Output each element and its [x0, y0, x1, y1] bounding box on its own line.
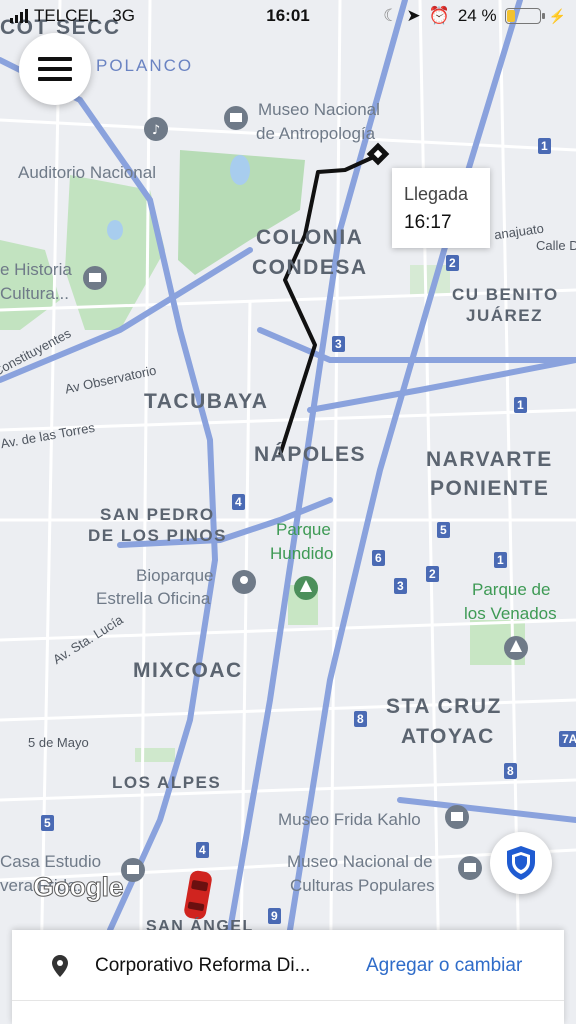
road-number: 8 — [504, 763, 517, 779]
place-label: Estrella Oficina — [96, 589, 211, 608]
safety-button[interactable] — [490, 832, 552, 894]
area-label: CU BENITO — [452, 285, 559, 304]
road-number: 2 — [446, 255, 459, 271]
road-number: 7A — [559, 731, 576, 747]
moon-icon: ☾ — [383, 6, 399, 25]
road-number: 4 — [196, 842, 209, 858]
area-label: JUÁREZ — [466, 306, 544, 325]
street-label: 5 de Mayo — [28, 735, 89, 750]
area-label: ATOYAC — [401, 725, 495, 748]
charging-icon: ⚡ — [548, 7, 566, 24]
area-label: TACUBAYA — [144, 390, 269, 413]
place-label: Culturas Populares — [290, 876, 435, 895]
museum-icon — [458, 856, 482, 880]
road-number: 3 — [394, 578, 407, 594]
menu-icon — [38, 57, 72, 61]
park-label: Parque de — [472, 580, 551, 599]
area-label: POLANCO — [96, 56, 194, 75]
area-label: STA CRUZ — [386, 695, 502, 718]
shield-icon — [507, 846, 535, 880]
road-number: 2 — [426, 566, 439, 582]
road-number: 5 — [41, 815, 54, 831]
alarm-icon: ⏰ — [428, 6, 450, 25]
road-number: 3 — [332, 336, 345, 352]
area-label: NARVARTE — [426, 448, 553, 471]
place-label: e Historia — [0, 260, 72, 279]
area-label: SAN PEDRO — [100, 505, 215, 524]
park-label: Hundido — [270, 544, 334, 563]
svg-text:♪: ♪ — [152, 123, 160, 138]
place-label: Casa Estudio — [0, 852, 102, 871]
menu-button[interactable] — [19, 33, 91, 105]
place-label: Auditorio Nacional — [18, 163, 156, 182]
place-label: Bioparque — [136, 566, 214, 585]
destination-sheet: Corporativo Reforma Di... Agregar o camb… — [12, 930, 564, 1024]
museum-icon — [121, 858, 145, 882]
street-label: Calle D — [536, 238, 576, 253]
area-label: PONIENTE — [430, 477, 550, 500]
add-or-change-link[interactable]: Agregar o cambiar — [366, 955, 522, 977]
park-icon — [294, 576, 318, 600]
park-label: Parque — [276, 520, 331, 539]
eta-time: 16:17 — [404, 212, 452, 233]
place-label: Museo Nacional de — [287, 852, 433, 871]
museum-icon — [445, 805, 469, 829]
road-number: 4 — [232, 494, 245, 510]
place-label: Museo Frida Kahlo — [278, 810, 421, 829]
destination-text: Corporativo Reforma Di... — [95, 955, 311, 976]
battery-icon — [504, 8, 545, 24]
area-label: DE LOS PINOS — [88, 526, 227, 545]
road-number: 5 — [437, 522, 450, 538]
road-number: 1 — [538, 138, 551, 154]
road-number: 9 — [268, 908, 281, 924]
location-pin-icon — [52, 955, 68, 977]
area-label: CONDESA — [252, 256, 368, 279]
area-label: MIXCOAC — [133, 659, 243, 682]
place-label: Museo Nacional — [258, 100, 380, 119]
road-number: 1 — [514, 397, 527, 413]
music-icon: ♪ — [144, 117, 168, 141]
road-number: 8 — [354, 711, 367, 727]
area-label: COLONIA — [256, 226, 364, 249]
area-label: LOS ALPES — [112, 773, 222, 792]
place-label: de Antropología — [256, 124, 376, 143]
museum-icon — [83, 266, 107, 290]
place-label: Cultura... — [0, 284, 69, 303]
road-number: 1 — [494, 552, 507, 568]
eta-label: Llegada — [404, 184, 469, 204]
location-pin-icon — [232, 570, 256, 594]
eta-callout: Llegada 16:17 — [392, 168, 490, 248]
road-number: 6 — [372, 550, 385, 566]
google-logo: Google — [33, 872, 125, 903]
location-arrow-icon: ➤ — [406, 6, 421, 25]
area-label: NÁPOLES — [254, 443, 367, 466]
museum-icon — [224, 106, 248, 130]
park-icon — [504, 636, 528, 660]
destination-row[interactable]: Corporativo Reforma Di... Agregar o camb… — [12, 930, 564, 1001]
battery-percent: 24 % — [457, 6, 497, 25]
status-bar: TELCEL 3G 16:01 ☾ ➤ ⏰ 24 % ⚡ — [0, 0, 576, 32]
park-label: los Venados — [464, 604, 557, 623]
